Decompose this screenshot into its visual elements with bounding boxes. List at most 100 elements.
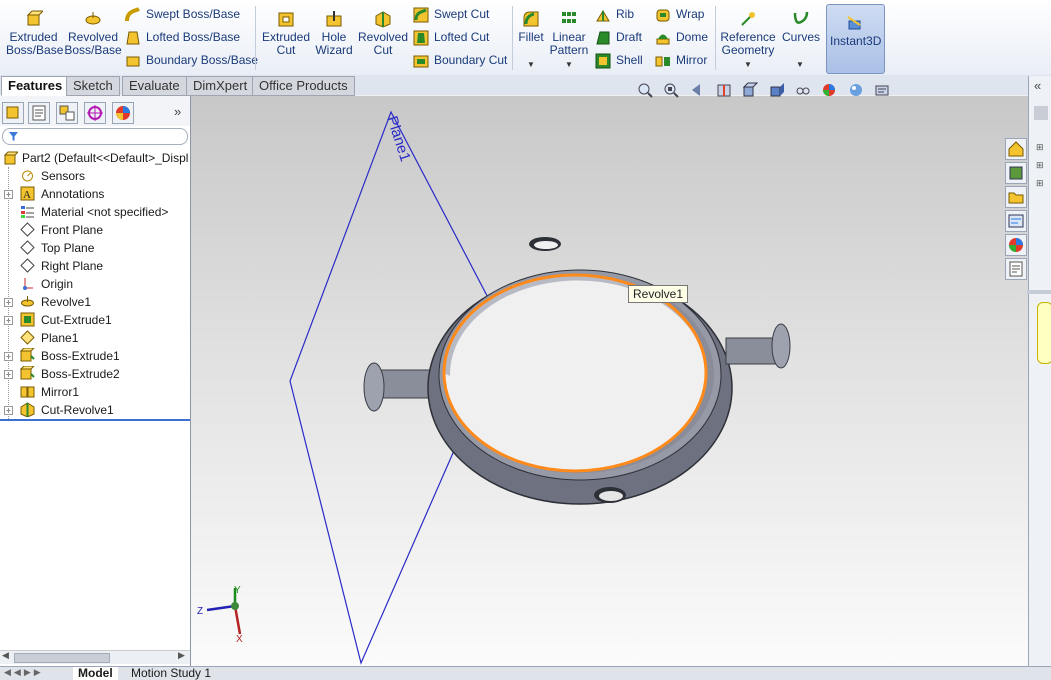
edit-appearance-icon[interactable]	[821, 82, 837, 98]
task-pane-collapse-icon[interactable]: «	[1034, 78, 1041, 93]
hole-wizard-button[interactable]: Hole Wizard	[313, 6, 355, 57]
tree-item-cut-revolve1[interactable]: + Cut-Revolve1	[0, 401, 190, 419]
tab-features[interactable]: Features	[1, 76, 70, 96]
fillet-dropdown-icon[interactable]: ▼	[527, 60, 535, 69]
draft-button[interactable]: Draft	[595, 30, 642, 50]
feature-manager-tree-icon[interactable]	[2, 102, 24, 124]
mirror-button[interactable]: Mirror	[655, 53, 707, 73]
revolved-cut-label: Revolved Cut	[357, 30, 409, 57]
property-manager-icon[interactable]	[28, 102, 50, 124]
filter-icon	[9, 132, 18, 141]
tree-item-origin[interactable]: Origin	[0, 275, 190, 293]
tree-item-mirror1[interactable]: Mirror1	[0, 383, 190, 401]
boss-extrude-icon	[20, 348, 35, 362]
swept-cut-icon	[413, 7, 429, 23]
right-plane-icon	[20, 258, 35, 273]
tree-item-plane1[interactable]: Plane1	[0, 329, 190, 347]
shell-button[interactable]: Shell	[595, 53, 643, 73]
swept-cut-button[interactable]: Swept Cut	[413, 7, 489, 27]
right-boss-pin[interactable]	[725, 323, 791, 369]
dimxpert-manager-icon[interactable]	[84, 102, 106, 124]
lofted-boss-icon	[126, 31, 140, 45]
tab-model[interactable]: Model	[73, 667, 118, 680]
zoom-to-area-icon[interactable]	[663, 82, 680, 98]
extruded-boss-button[interactable]: Extruded Boss/Base	[6, 6, 63, 57]
tab-evaluate[interactable]: Evaluate	[122, 76, 187, 96]
expand-panes-icon[interactable]: »	[174, 104, 181, 119]
view-orientation-icon[interactable]	[742, 82, 759, 98]
tab-sketch[interactable]: Sketch	[66, 76, 120, 96]
ribbon-separator	[512, 6, 513, 70]
linear-pattern-button[interactable]: Linear Pattern	[549, 6, 589, 57]
extruded-cut-button[interactable]: Extruded Cut	[260, 6, 312, 57]
part-icon	[3, 151, 18, 165]
reference-geometry-button[interactable]: Reference Geometry	[720, 6, 776, 57]
revolved-boss-button[interactable]: Revolved Boss/Base	[64, 6, 122, 57]
appearances-scenes-icon[interactable]	[1005, 234, 1027, 256]
tree-horizontal-scrollbar[interactable]: ◀ ▶	[0, 650, 190, 664]
task-pane-tree-expanders[interactable]: ⊞ ⊞ ⊞	[1036, 138, 1044, 192]
tree-item-front-plane[interactable]: Front Plane	[0, 221, 190, 239]
tree-item-annotations[interactable]: + A Annotations	[0, 185, 190, 203]
revolved-cut-button[interactable]: Revolved Cut	[357, 6, 409, 57]
linear-pattern-icon	[562, 12, 576, 23]
ribbon-separator	[715, 6, 716, 70]
file-explorer-icon[interactable]	[1005, 186, 1027, 208]
design-library-icon[interactable]	[1005, 162, 1027, 184]
boundary-cut-button[interactable]: Boundary Cut	[413, 53, 507, 73]
fillet-button[interactable]: Fillet	[515, 6, 547, 44]
swept-boss-button[interactable]: Swept Boss/Base	[125, 7, 240, 27]
tree-item-label: Material <not specified>	[41, 205, 169, 219]
tree-item-material[interactable]: Material <not specified>	[0, 203, 190, 221]
tab-motion-study-1[interactable]: Motion Study 1	[126, 667, 216, 680]
custom-properties-icon[interactable]	[1005, 258, 1027, 280]
previous-view-icon[interactable]	[690, 82, 706, 98]
dome-icon	[656, 34, 670, 45]
tree-item-boss-extrude2[interactable]: + Boss-Extrude2	[0, 365, 190, 383]
scrollbar-thumb[interactable]	[14, 653, 110, 663]
tree-item-sensors[interactable]: Sensors	[0, 167, 190, 185]
lofted-boss-button[interactable]: Lofted Boss/Base	[125, 30, 240, 50]
tree-item-label: Top Plane	[41, 241, 95, 255]
section-view-icon[interactable]	[716, 82, 732, 98]
revolve-feature-icon	[21, 296, 34, 307]
tab-scroll-arrows-icon[interactable]: ◀◀▶▶	[4, 667, 44, 678]
linear-pattern-dropdown-icon[interactable]: ▼	[565, 60, 573, 69]
revolved-boss-icon	[85, 12, 101, 25]
ring-body[interactable]	[427, 269, 733, 505]
configuration-manager-icon[interactable]	[56, 102, 78, 124]
instant3d-button[interactable]: Instant3D	[826, 4, 885, 74]
display-manager-icon[interactable]	[112, 102, 134, 124]
display-style-icon[interactable]	[769, 82, 785, 98]
hide-show-items-icon[interactable]	[795, 82, 811, 98]
tab-dimxpert[interactable]: DimXpert	[186, 76, 255, 96]
view-settings-icon[interactable]	[874, 82, 890, 98]
tree-item-revolve1[interactable]: + Revolve1	[0, 293, 190, 311]
scroll-right-icon[interactable]: ▶	[178, 650, 185, 661]
tree-item-boss-extrude1[interactable]: + Boss-Extrude1	[0, 347, 190, 365]
boundary-boss-button[interactable]: Boundary Boss/Base	[125, 53, 258, 73]
rib-button[interactable]: Rib	[595, 7, 634, 27]
tree-item-right-plane[interactable]: Right Plane	[0, 257, 190, 275]
revolved-boss-label: Revolved Boss/Base	[64, 30, 122, 57]
lofted-cut-button[interactable]: Lofted Cut	[413, 30, 489, 50]
apply-scene-icon[interactable]	[848, 82, 864, 98]
heads-up-toolbar	[637, 82, 897, 100]
zoom-to-fit-icon[interactable]	[637, 82, 653, 98]
tree-filter-input[interactable]	[2, 128, 188, 145]
boss-extrude-icon	[20, 366, 35, 380]
curves-button[interactable]: Curves	[780, 6, 822, 44]
graphics-area[interactable]: Plane1 Y Z X Revolve1	[191, 96, 1028, 666]
scroll-left-icon[interactable]: ◀	[2, 650, 9, 661]
wrap-button[interactable]: Wrap	[655, 7, 704, 27]
view-palette-icon[interactable]	[1005, 210, 1027, 232]
reference-geometry-dropdown-icon[interactable]: ▼	[744, 60, 752, 69]
tree-item-top-plane[interactable]: Top Plane	[0, 239, 190, 257]
dome-button[interactable]: Dome	[655, 30, 708, 50]
rollback-bar[interactable]	[0, 419, 190, 421]
tree-item-cut-extrude1[interactable]: + Cut-Extrude1	[0, 311, 190, 329]
curves-dropdown-icon[interactable]: ▼	[796, 60, 804, 69]
task-pane-notification[interactable]	[1037, 302, 1051, 364]
tab-office-products[interactable]: Office Products	[252, 76, 355, 96]
resources-home-icon[interactable]	[1005, 138, 1027, 160]
